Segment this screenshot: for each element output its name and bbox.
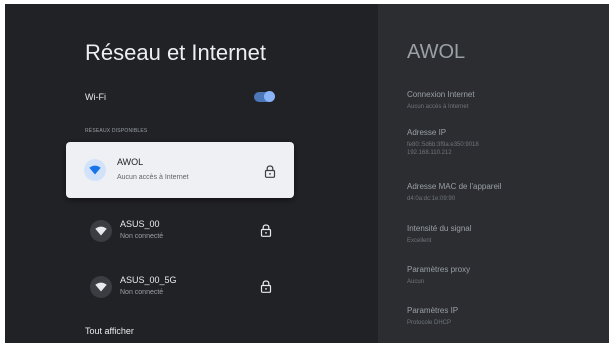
wifi-toggle-row[interactable]: Wi-Fi [85,90,275,106]
lock-icon [264,165,276,178]
lock-icon [260,280,272,293]
detail-mac-address: Adresse MAC de l'appareil d4:0a:dc:1e:09… [407,182,597,203]
detail-label: Paramètres proxy [407,265,471,274]
detail-value: 192.168.110.212 [407,150,452,156]
detail-label: Paramètres IP [407,306,459,315]
network-status: Non connecté [120,289,164,296]
wifi-icon [84,159,106,181]
detail-value: Aucun accès à Internet [407,104,469,110]
network-status: Non connecté [120,233,164,240]
page-title: Réseau et Internet [85,40,267,65]
detail-ip-settings: Paramètres IP Protocole DHCP [407,306,597,327]
detail-signal-strength: Intensité du signal Excellent [407,224,597,245]
detail-value: d4:0a:dc:1e:09:90 [407,196,456,202]
detail-internet-connection: Connexion Internet Aucun accès à Interne… [407,90,597,111]
network-item-asus-00[interactable]: ASUS_00 Non connecté [86,216,286,246]
detail-value: Excellent [407,238,432,244]
wifi-icon [90,220,112,242]
network-name: AWOL [117,157,144,167]
wifi-icon [90,276,112,298]
network-name: ASUS_00_5G [120,275,177,285]
detail-title: AWOL [407,41,466,63]
detail-value: Protocole DHCP [407,320,452,326]
detail-label: Connexion Internet [407,90,475,99]
network-status: Aucun accès à Internet [117,174,189,181]
lock-icon [260,224,272,237]
available-networks-header: RÉSEAUX DISPONIBLES [85,128,148,134]
detail-value: Aucun [407,279,425,285]
detail-label: Adresse IP [407,128,447,137]
network-name: ASUS_00 [120,219,160,229]
detail-label: Adresse MAC de l'appareil [407,182,502,191]
wifi-toggle-knob[interactable] [264,91,275,102]
network-item-asus-00-5g[interactable]: ASUS_00_5G Non connecté [86,272,286,302]
detail-value: fe80::5d6b:3f9a:e350:9018 [407,142,479,148]
show-all-button[interactable]: Tout afficher [85,326,134,336]
detail-proxy-settings: Paramètres proxy Aucun [407,265,597,286]
detail-label: Intensité du signal [407,224,472,233]
wifi-label: Wi-Fi [85,92,106,102]
detail-ip-address: Adresse IP fe80::5d6b:3f9a:e350:9018 192… [407,128,597,157]
network-item-awol[interactable]: AWOL Aucun accès à Internet [66,142,294,198]
